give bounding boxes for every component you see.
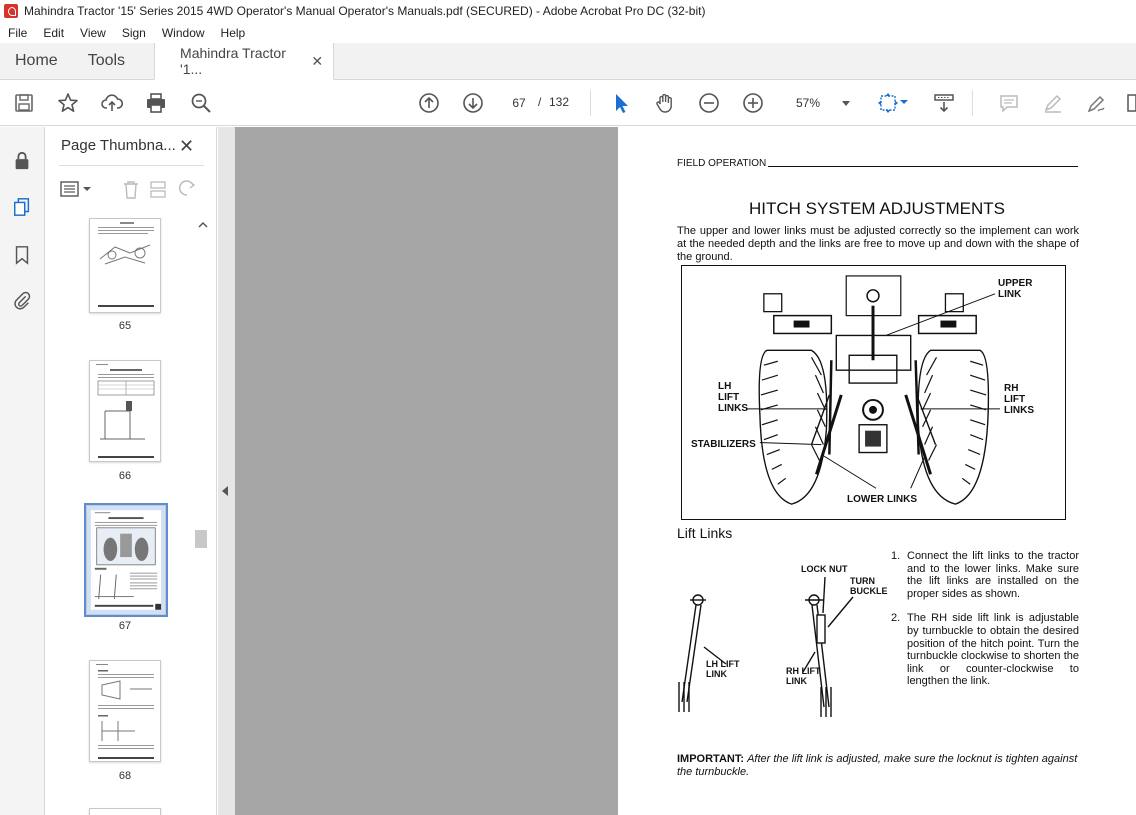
fit-options-chevron-icon[interactable] [899, 96, 909, 108]
close-panel-icon[interactable]: ✕ [179, 136, 194, 157]
lh-lift-link-label: LH LIFT LINK [706, 659, 740, 679]
pdf-page: FIELD OPERATION HITCH SYSTEM ADJUSTMENTS… [618, 127, 1136, 815]
zoom-in-icon[interactable] [741, 91, 765, 115]
tab-tools[interactable]: Tools [73, 43, 140, 79]
thumbnail-page-67[interactable] [84, 503, 168, 617]
fill-sign-icon[interactable] [1085, 91, 1109, 115]
highlight-pen-icon[interactable] [1041, 91, 1065, 115]
thumbnail-page-66[interactable] [89, 360, 161, 462]
step-text: Connect the lift links to the tractor an… [907, 550, 1079, 600]
menu-edit[interactable]: Edit [41, 26, 66, 40]
thumbnail-label-67: 67 [118, 620, 132, 632]
step-number: 1. [891, 550, 901, 562]
thumbnail-67-preview [90, 510, 162, 610]
thumbnail-label-65: 65 [118, 320, 132, 332]
toolbar-divider [590, 90, 591, 116]
collapse-panel-chevron-icon[interactable] [222, 486, 228, 496]
previous-page-area [235, 127, 618, 815]
thumbnail-66-preview [96, 364, 155, 458]
thumbnail-label-66: 66 [118, 470, 132, 482]
step-1: 1. Connect the lift links to the tractor… [891, 550, 1079, 600]
zoom-search-icon[interactable] [189, 91, 213, 115]
zoom-out-icon[interactable] [697, 91, 721, 115]
fit-page-icon[interactable] [876, 91, 900, 115]
total-pages: 132 [549, 95, 570, 109]
lift-links-illustration [678, 576, 854, 717]
menu-window[interactable]: Window [160, 26, 207, 40]
panel-title: Page Thumbna... [61, 137, 176, 154]
bookmarks-icon[interactable] [10, 243, 34, 267]
thumbnail-page-68[interactable] [89, 660, 161, 762]
delete-page-icon[interactable] [124, 181, 138, 199]
upload-cloud-icon[interactable] [100, 91, 124, 115]
print-icon[interactable] [144, 91, 168, 115]
tab-tools-label: Tools [87, 52, 126, 69]
zoom-level-value: 57% [796, 96, 821, 110]
menu-sign[interactable]: Sign [120, 26, 148, 40]
thumbnail-options-icon[interactable] [60, 181, 91, 197]
panel-divider [59, 165, 204, 166]
close-tab-icon[interactable]: ✕ [311, 53, 323, 70]
attachments-paperclip-icon[interactable] [10, 288, 34, 312]
toolbar-divider [972, 90, 973, 116]
thumbnail-68-preview [96, 664, 154, 759]
menu-bar: File Edit View Sign Window Help [0, 22, 1136, 43]
acrobat-app-icon [4, 4, 18, 18]
thumbnail-page-69[interactable] [89, 808, 161, 815]
tab-document[interactable]: Mahindra Tractor '1... ✕ [154, 43, 335, 80]
extract-page-icon[interactable] [150, 181, 166, 198]
step-number: 2. [891, 612, 901, 625]
tab-document-label: Mahindra Tractor '1... [180, 45, 286, 77]
instruction-steps: 1. Connect the lift links to the tractor… [891, 550, 1079, 700]
more-tools-icon[interactable] [1124, 91, 1136, 115]
scroll-mode-icon[interactable] [932, 91, 956, 115]
rotate-page-icon[interactable] [179, 180, 196, 196]
lock-icon[interactable] [10, 149, 34, 173]
previous-page-icon[interactable] [417, 91, 441, 115]
page-separator: / [538, 95, 542, 109]
scroll-up-icon[interactable] [198, 220, 208, 233]
hand-tool-icon[interactable] [653, 91, 677, 115]
lock-nut-label: LOCK NUT [801, 564, 848, 574]
turn-buckle-label: TURN BUCKLE [850, 576, 888, 596]
menu-view[interactable]: View [78, 26, 108, 40]
step-text: The RH side lift link is adjustable by t… [907, 612, 1079, 688]
left-navigation-rail [0, 127, 45, 815]
window-title: Mahindra Tractor '15' Series 2015 4WD Op… [24, 4, 706, 18]
thumbnail-tools [59, 177, 209, 201]
important-label: IMPORTANT: [677, 753, 745, 765]
rh-lift-link-label: RH LIFT LINK [786, 666, 821, 686]
panel-scrollbar-thumb[interactable] [195, 530, 207, 548]
menu-file[interactable]: File [6, 26, 29, 40]
select-cursor-icon[interactable] [609, 91, 633, 115]
tab-home-label: Home [15, 52, 58, 69]
title-bar: Mahindra Tractor '15' Series 2015 4WD Op… [0, 0, 1136, 22]
zoom-level-select[interactable]: 57% [784, 91, 854, 115]
page-number-input[interactable]: 67 [504, 91, 534, 115]
thumbnail-label-68: 68 [118, 770, 132, 782]
page-thumbnails-icon[interactable] [10, 195, 34, 219]
bookmark-star-icon[interactable] [56, 91, 80, 115]
comment-icon[interactable] [997, 91, 1021, 115]
step-2: 2. The RH side lift link is adjustable b… [891, 612, 1079, 688]
thumbnail-65-preview [98, 222, 154, 307]
tab-bar: Home Tools Mahindra Tractor '1... ✕ [0, 43, 1136, 80]
menu-help[interactable]: Help [219, 26, 248, 40]
next-page-icon[interactable] [461, 91, 485, 115]
chevron-down-icon [842, 101, 850, 106]
important-note: IMPORTANT: After the lift link is adjust… [677, 753, 1079, 779]
thumbnail-page-65[interactable] [89, 218, 161, 313]
save-icon[interactable] [12, 91, 36, 115]
tab-home[interactable]: Home [0, 43, 73, 79]
